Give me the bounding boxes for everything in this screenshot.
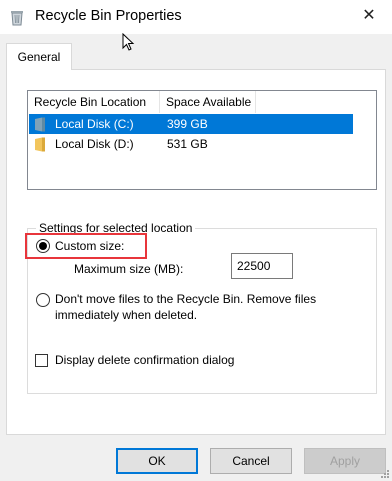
space-available: 399 GB — [167, 117, 208, 131]
max-size-input[interactable] — [231, 253, 293, 279]
mouse-cursor-icon — [122, 33, 135, 51]
close-icon: ✕ — [362, 7, 376, 24]
apply-button[interactable]: Apply — [304, 448, 386, 474]
list-header: Recycle Bin Location Space Available — [28, 91, 376, 113]
ok-button[interactable]: OK — [116, 448, 198, 474]
title-bar: Recycle Bin Properties ✕ — [0, 0, 392, 34]
column-header-space[interactable]: Space Available — [160, 91, 256, 113]
cancel-button[interactable]: Cancel — [210, 448, 292, 474]
system-drive-icon — [35, 117, 45, 132]
location-name: Local Disk (C:) — [55, 117, 134, 131]
custom-size-radio[interactable] — [36, 239, 50, 253]
resize-grip-icon[interactable] — [380, 469, 390, 479]
recycle-bin-location-list[interactable]: Recycle Bin Location Space Available Loc… — [27, 90, 377, 190]
list-item[interactable]: Local Disk (D:) 531 GB — [29, 134, 353, 154]
dont-move-label: Don't move files to the Recycle Bin. Rem… — [55, 292, 317, 306]
column-header-location[interactable]: Recycle Bin Location — [28, 91, 160, 113]
dont-move-radio[interactable] — [36, 293, 50, 307]
radio-selected-dot — [39, 242, 47, 250]
recycle-bin-icon — [11, 11, 23, 26]
max-size-label: Maximum size (MB): — [74, 262, 184, 276]
window-title: Recycle Bin Properties — [35, 8, 182, 24]
dont-move-label-line2: immediately when deleted. — [55, 308, 198, 322]
tab-general[interactable]: General — [6, 43, 72, 70]
space-available: 531 GB — [167, 137, 208, 151]
custom-size-label: Custom size: — [55, 239, 125, 253]
folder-drive-icon — [35, 137, 45, 152]
settings-group: Settings for selected location Custom si… — [25, 221, 377, 394]
tab-label: General — [17, 50, 61, 64]
confirm-dialog-label: Display delete confirmation dialog — [55, 353, 235, 367]
close-button[interactable]: ✕ — [346, 0, 392, 32]
list-item[interactable]: Local Disk (C:) 399 GB — [29, 114, 353, 134]
location-name: Local Disk (D:) — [55, 137, 134, 151]
confirm-dialog-checkbox[interactable] — [35, 354, 48, 367]
tab-panel-general: Recycle Bin Location Space Available Loc… — [6, 69, 386, 435]
